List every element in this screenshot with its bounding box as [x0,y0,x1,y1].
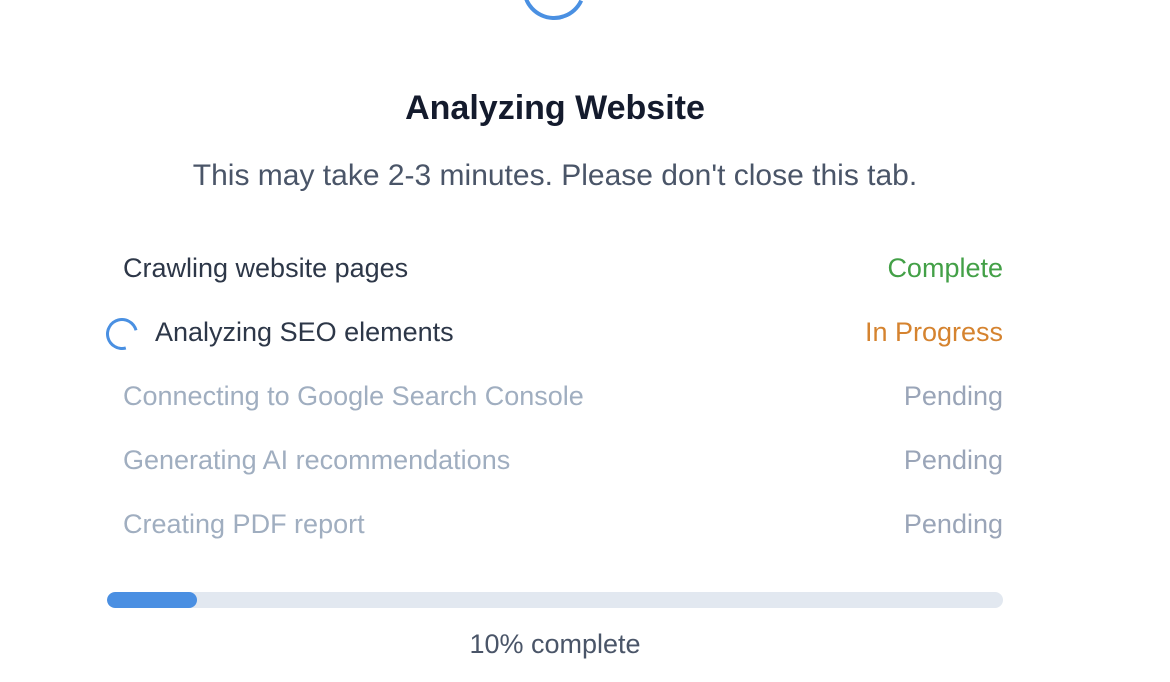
step-status: Pending [903,381,1003,411]
step-label: Creating PDF report [123,509,365,539]
step-label: Connecting to Google Search Console [123,381,584,411]
step-status: Pending [903,509,1003,539]
spinner-icon [100,312,144,356]
step-label: Analyzing SEO elements [155,317,454,347]
page-title: Analyzing Website [405,89,705,127]
step-status: In Progress [864,317,1003,347]
step-analyzing-seo: Analyzing SEO elements In Progress [100,310,1003,374]
step-label: Generating AI recommendations [123,445,511,475]
step-pdf-report: Creating PDF report Pending [106,502,1003,566]
page-subtitle: This may take 2-3 minutes. Please don't … [192,159,918,192]
step-label: Crawling website pages [123,253,409,283]
step-crawling: Crawling website pages Complete [106,246,1003,310]
step-status: Pending [903,445,1003,475]
step-status: Complete [887,253,1003,283]
step-search-console: Connecting to Google Search Console Pend… [106,374,1003,438]
step-list: Crawling website pages Complete Analyzin… [100,246,1003,566]
spinner-icon [512,0,596,30]
step-ai-recommendations: Generating AI recommendations Pending [106,438,1003,502]
progress-label: 10% complete [469,629,641,659]
progress-bar-fill [107,592,197,608]
analysis-progress-panel: Analyzing Website This may take 2-3 minu… [0,0,1170,682]
progress-bar [107,592,1003,608]
